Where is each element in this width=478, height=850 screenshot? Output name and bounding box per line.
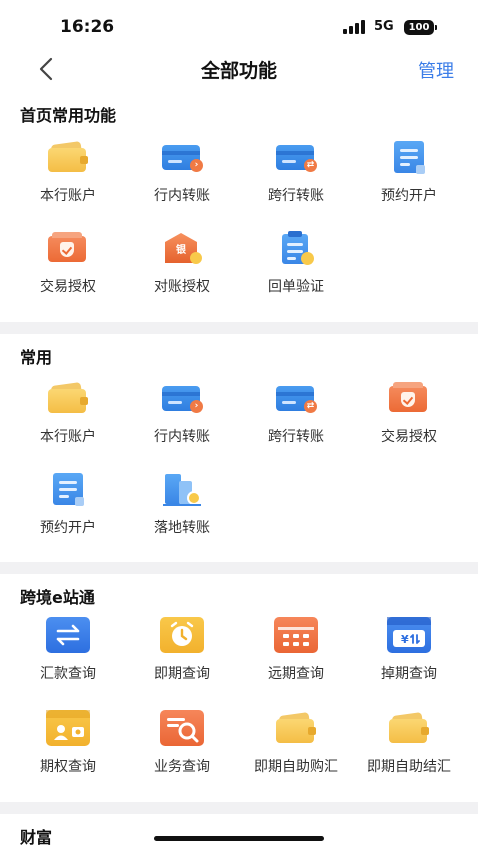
screen: 16:26 5G 100 全部功能 管理 首页常用功能 本行账户 › 行内转账 … (0, 0, 478, 850)
status-bar: 16:26 5G 100 (0, 0, 478, 46)
function-label: 交易授权 (381, 429, 437, 445)
section-cross-border: 跨境e站通 汇款查询 即期查询 远期查询 ¥ 掉期查询 期权查询 业务查询 即期… (0, 574, 478, 802)
card-transfer-icon: ⇄ (274, 380, 318, 416)
function-label: 行内转账 (154, 429, 210, 445)
section-home-common: 首页常用功能 本行账户 › 行内转账 ⇄ 跨行转账 预约开户 交易授权 银 对账… (0, 92, 478, 322)
calendar-icon (274, 617, 318, 653)
section-title: 跨境e站通 (20, 588, 95, 607)
function-label: 预约开户 (40, 520, 96, 536)
section-title: 常用 (20, 348, 53, 367)
function-item[interactable]: ¥ 掉期查询 (354, 617, 464, 683)
function-item[interactable]: 交易授权 (13, 230, 123, 296)
function-label: 交易授权 (40, 279, 96, 295)
nav-bar: 全部功能 管理 (0, 46, 478, 92)
card-transfer-icon: › (160, 139, 204, 175)
function-item[interactable]: 即期自助购汇 (241, 710, 351, 776)
card-transfer-icon: › (160, 380, 204, 416)
function-item[interactable]: 本行账户 (13, 380, 123, 446)
function-label: 业务查询 (154, 759, 210, 775)
alarm-clock-icon (160, 617, 204, 653)
section-title: 首页常用功能 (20, 106, 117, 125)
wallet-icon (46, 380, 90, 416)
function-item[interactable]: 银 对账授权 (127, 230, 237, 296)
wallet-icon (46, 139, 90, 175)
function-item[interactable]: 预约开户 (13, 471, 123, 537)
function-label: 即期查询 (154, 666, 210, 682)
status-time: 16:26 (60, 17, 115, 37)
function-label: 本行账户 (40, 188, 96, 204)
function-label: 预约开户 (381, 188, 437, 204)
manage-button[interactable]: 管理 (418, 57, 454, 83)
function-item[interactable]: 期权查询 (13, 710, 123, 776)
function-label: 掉期查询 (381, 666, 437, 682)
function-item[interactable]: 即期自助结汇 (354, 710, 464, 776)
function-item[interactable]: › 行内转账 (127, 380, 237, 446)
section-wealth: 财富 (0, 814, 478, 850)
section-common: 常用 本行账户 › 行内转账 ⇄ 跨行转账 交易授权 预约开户 落地转账 (0, 334, 478, 562)
function-item[interactable]: 交易授权 (354, 380, 464, 446)
function-label: 期权查询 (40, 759, 96, 775)
function-label: 跨行转账 (268, 429, 324, 445)
function-item[interactable]: 远期查询 (241, 617, 351, 683)
function-label: 落地转账 (154, 520, 210, 536)
wallet-icon (274, 710, 318, 746)
function-label: 回单验证 (268, 279, 324, 295)
shield-authorize-icon (46, 230, 90, 266)
bank-icon: 银 (160, 230, 204, 266)
function-item[interactable]: › 行内转账 (127, 139, 237, 205)
function-item[interactable]: 落地转账 (127, 471, 237, 537)
home-indicator[interactable] (154, 836, 324, 841)
document-icon (387, 139, 431, 175)
signal-icon (343, 20, 369, 34)
function-label: 行内转账 (154, 188, 210, 204)
function-item[interactable]: 业务查询 (127, 710, 237, 776)
function-label: 汇款查询 (40, 666, 96, 682)
clipboard-icon (274, 230, 318, 266)
function-item[interactable]: 即期查询 (127, 617, 237, 683)
function-item[interactable]: 汇款查询 (13, 617, 123, 683)
wallet-icon (387, 710, 431, 746)
network-label: 5G (374, 19, 394, 34)
search-document-icon (160, 710, 204, 746)
function-label: 远期查询 (268, 666, 324, 682)
function-label: 跨行转账 (268, 188, 324, 204)
id-card-icon (46, 710, 90, 746)
function-label: 即期自助购汇 (254, 759, 338, 775)
svg-text:¥: ¥ (401, 633, 409, 646)
function-label: 本行账户 (40, 429, 96, 445)
function-item[interactable]: 预约开户 (354, 139, 464, 205)
function-label: 对账授权 (154, 279, 210, 295)
battery-icon: 100 (404, 20, 437, 35)
function-label: 即期自助结汇 (367, 759, 451, 775)
section-title: 财富 (20, 828, 53, 847)
function-item[interactable]: ⇄ 跨行转账 (241, 139, 351, 205)
currency-swap-icon: ¥ (387, 617, 431, 653)
function-item[interactable]: ⇄ 跨行转账 (241, 380, 351, 446)
card-transfer-icon: ⇄ (274, 139, 318, 175)
page-title: 全部功能 (200, 60, 277, 82)
function-item[interactable]: 回单验证 (241, 230, 351, 296)
function-item[interactable]: 本行账户 (13, 139, 123, 205)
exchange-icon (46, 617, 90, 653)
building-icon (160, 471, 204, 507)
shield-authorize-icon (387, 380, 431, 416)
document-icon (46, 471, 90, 507)
